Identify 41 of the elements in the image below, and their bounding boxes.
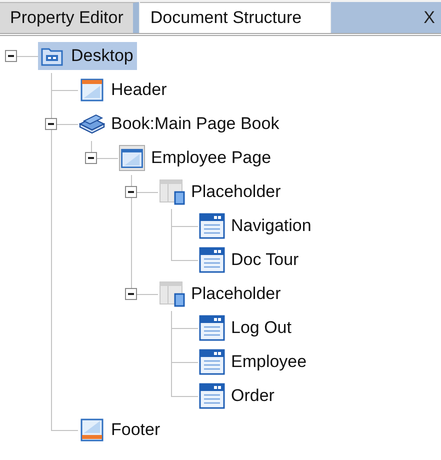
node-label: Employee Page (151, 147, 272, 170)
collapse-button[interactable] (5, 50, 17, 62)
tree-node[interactable]: Desktop (38, 42, 138, 70)
node-label: Header (111, 79, 167, 102)
document-icon (199, 315, 225, 341)
node-label: Placeholder (191, 181, 281, 204)
close-button[interactable]: X (424, 4, 435, 30)
collapse-button[interactable] (125, 288, 137, 300)
tree-node[interactable]: Header (78, 76, 171, 104)
tree-node[interactable]: Employee Page (118, 144, 276, 172)
document-icon (199, 247, 225, 273)
node-label: Order (231, 385, 274, 408)
document-icon (199, 383, 225, 409)
tree-node[interactable]: Book:Main Page Book (78, 110, 284, 138)
collapse-button[interactable] (125, 186, 137, 198)
tree-node[interactable]: Employee (198, 348, 311, 376)
collapse-button[interactable] (85, 152, 97, 164)
node-label: Footer (111, 419, 160, 442)
window-icon (80, 418, 104, 442)
document-icon (199, 349, 225, 375)
tree-node[interactable]: Placeholder (158, 280, 285, 308)
tree-node[interactable]: Footer (78, 416, 164, 444)
node-label: Placeholder (191, 283, 281, 306)
node-label: Navigation (231, 215, 312, 238)
document-icon (199, 213, 225, 239)
node-label: Book:Main Page Book (111, 113, 280, 136)
node-label: Employee (231, 351, 307, 374)
tab[interactable]: Property Editor (0, 2, 140, 33)
book-icon (79, 114, 105, 134)
window-icon (80, 78, 104, 102)
tree-node[interactable]: Doc Tour (198, 246, 303, 274)
tree-node[interactable]: Placeholder (158, 178, 285, 206)
tree-node[interactable]: Order (198, 382, 278, 410)
tree-node[interactable]: Log Out (198, 314, 296, 342)
node-label: Doc Tour (231, 249, 299, 272)
node-label: Desktop (71, 45, 134, 68)
tab[interactable]: Document Structure (140, 2, 330, 33)
collapse-button[interactable] (45, 118, 57, 130)
node-label: Log Out (231, 317, 292, 340)
tree-node[interactable]: Navigation (198, 212, 316, 240)
page-icon (119, 144, 145, 172)
